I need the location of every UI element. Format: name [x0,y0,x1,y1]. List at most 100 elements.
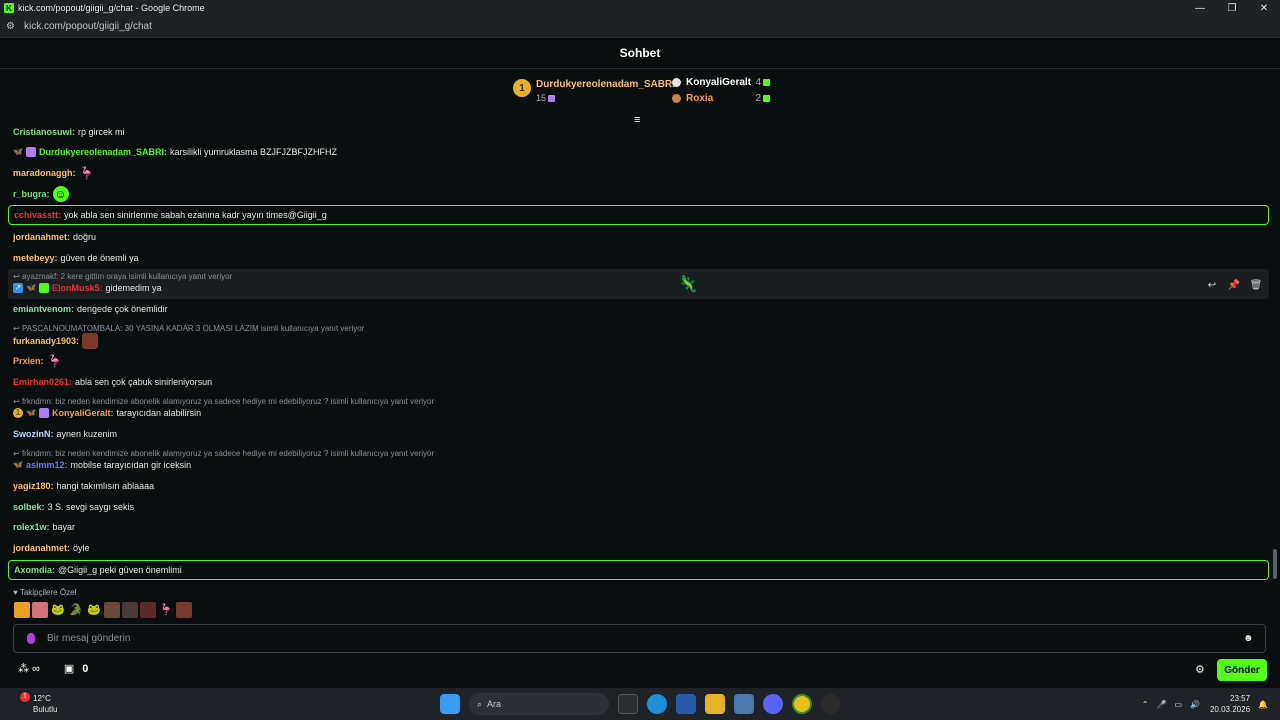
network-icon[interactable]: ▭ [1174,700,1182,709]
chat-message[interactable]: 🦋 asimm12: mobilse tarayıcıdan gir iceks… [13,460,191,470]
site-settings-icon[interactable]: ⚙ [6,21,20,32]
message-username[interactable]: asimm12: [26,460,68,470]
chat-message[interactable]: Axomdia: @Giigii_g peki güven önemlimi [14,565,182,575]
kick-points-icon[interactable]: ⁂ [18,662,29,675]
message-username[interactable]: ElonMusk5: [52,283,103,293]
message-username[interactable]: KonyaliGeralt: [52,408,114,418]
task-view-icon[interactable] [618,694,638,714]
chat-messages[interactable]: Cristianosuwi: rp gircek mi 🦋 Durdukyere… [0,122,1280,582]
message-username[interactable]: yagiz180: [13,481,54,491]
store-icon[interactable] [676,694,696,714]
message-username[interactable]: Durdukyereolenadam_SABRI: [39,147,167,157]
message-username[interactable]: Emirhan0261: [13,377,72,387]
chrome-icon[interactable] [792,694,812,714]
discord-icon[interactable] [763,694,783,714]
chat-message[interactable]: maradonaggh: 🦩 [13,165,95,181]
emote-icon[interactable]: 🦩 [79,165,95,181]
message-username[interactable]: Cristianosuwi: [13,127,75,137]
emote-icon[interactable]: 🐸 [50,602,66,618]
close-window-button[interactable]: ✕ [1248,0,1280,16]
chat-input-box[interactable]: ☻ [13,624,1266,653]
message-username[interactable]: cchivasstt: [14,210,61,220]
chat-message[interactable]: emiantvenom: dengede çok önemlidir [13,304,168,314]
emote-icon[interactable] [82,333,99,349]
chat-message[interactable]: SwozinN: aynen kuzenim [13,429,117,439]
pin-icon[interactable]: 📌 [1223,277,1245,293]
message-username[interactable]: furkanady1903: [13,336,79,346]
message-username[interactable]: metebeyy: [13,253,58,263]
chat-settings-icon[interactable]: ⚙ [1195,663,1205,676]
address-bar[interactable]: ⚙ kick.com/popout/giigii_g/chat [0,16,1280,38]
notification-bell-icon[interactable]: 🔔 [1258,700,1268,709]
chat-message[interactable]: solbek: 3 S. sevgi saygı sekis [13,502,134,512]
leaderboard-second-place[interactable]: KonyaliGeralt 4 [672,77,770,88]
message-username[interactable]: jordanahmet: [13,543,70,553]
emote-icon[interactable] [176,602,192,618]
leaderboard-first-place[interactable]: 1 Durdukyereolenadam_SABRI 15 [513,79,675,103]
message-username[interactable]: maradonaggh: [13,168,76,178]
message-username[interactable]: Prxien: [13,356,44,366]
delete-icon[interactable]: 🗑 [1245,277,1267,293]
reply-context[interactable]: ↩ PASCALNOUMATOMBALA: 30 YASINA KADAR 3 … [13,324,364,333]
edge-icon[interactable] [647,694,667,714]
weather-widget[interactable]: 1 12°C Bulutlu [12,692,57,715]
emoji-picker-icon[interactable]: ☻ [1243,633,1255,644]
message-username[interactable]: solbek: [13,502,45,512]
reply-context[interactable]: ↩ frkndmn: biz neden kendimize abonelik … [13,397,434,406]
restore-button[interactable]: ❐ [1216,0,1248,16]
start-button-icon[interactable] [440,694,460,714]
emote-icon[interactable] [140,602,156,618]
chat-message[interactable]: jordanahmet: öyle [13,543,90,553]
emote-icon[interactable] [14,602,30,618]
butterfly-badge-icon: 🦋 [26,283,36,292]
chat-message[interactable]: furkanady1903: [13,333,99,349]
windows-taskbar: 1 12°C Bulutlu ⌕ Ara ⌃ 🎤 ▭ 🔊 23:57 20.03… [0,688,1280,720]
emote-icon[interactable] [104,602,120,618]
message-username[interactable]: r_bugra: [13,189,50,199]
emote-icon[interactable]: 🐸 [86,602,102,618]
emote-icon[interactable]: 🦩 [158,602,174,618]
clock[interactable]: 23:57 20.03.2026 [1210,693,1250,715]
chat-message[interactable]: Prxien: 🦩 [13,353,63,369]
microphone-icon[interactable] [27,633,35,644]
chevron-up-icon[interactable]: ⌃ [1142,700,1149,709]
chat-message[interactable]: ↗ 🦋 ElonMusk5: gidemedim ya [13,283,162,293]
message-username[interactable]: SwozinN: [13,429,54,439]
message-username[interactable]: emiantvenom: [13,304,74,314]
emote-icon[interactable]: 🦩 [47,353,63,369]
reply-context[interactable]: ↩ frkndmn: biz neden kendimize abonelik … [13,449,434,458]
message-username[interactable]: rolex1w: [13,522,50,532]
chat-message[interactable]: jordanahmet: doğru [13,232,96,242]
chat-message[interactable]: cchivasstt: yok abla sen sinirlenme saba… [14,210,327,220]
chat-message[interactable]: Emirhan0261: abla sen çok çabuk sinirlen… [13,377,212,387]
chat-message-input[interactable] [47,633,1243,644]
emote-icon[interactable] [122,602,138,618]
leaderboard-third-place[interactable]: Roxia 2 [672,93,770,104]
chat-message[interactable]: Cristianosuwi: rp gircek mi [13,127,125,137]
microphone-tray-icon[interactable]: 🎤 [1156,700,1166,709]
gift-shop-icon[interactable]: ▣ [64,662,74,675]
message-username[interactable]: jordanahmet: [13,232,70,242]
url-text[interactable]: kick.com/popout/giigii_g/chat [24,21,152,32]
minimize-button[interactable]: — [1184,0,1216,16]
reply-context[interactable]: ↩ ayazmakf: 2 kere gittim oraya isimli k… [13,272,232,281]
chat-message[interactable]: rolex1w: bayar [13,522,75,532]
reply-icon[interactable]: ↩ [1201,277,1223,293]
chat-message[interactable]: yagiz180: hangi takımlısın ablaaaa [13,481,154,491]
taskbar-search[interactable]: ⌕ Ara [469,693,609,715]
chat-message[interactable]: r_bugra: ☺ [13,186,69,202]
chat-message[interactable]: 1 🦋 KonyaliGeralt: tarayıcıdan alabilirs… [13,408,201,418]
chat-scrollbar[interactable] [1273,549,1277,579]
chat-message[interactable]: metebeyy: güven de önemli ya [13,253,139,263]
emote-icon[interactable]: 🐊 [68,602,84,618]
volume-icon[interactable]: 🔊 [1190,700,1200,709]
chat-message[interactable]: 🦋 Durdukyereolenadam_SABRI: karsilikli y… [13,147,337,157]
send-button[interactable]: Gönder [1217,659,1267,681]
emote-icon[interactable] [32,602,48,618]
gifter-badge-icon [26,147,36,157]
app-icon[interactable] [734,694,754,714]
emote-icon[interactable]: ☺ [52,186,69,202]
message-username[interactable]: Axomdia: [14,565,55,575]
obs-icon[interactable] [821,694,841,714]
file-explorer-icon[interactable] [705,694,725,714]
